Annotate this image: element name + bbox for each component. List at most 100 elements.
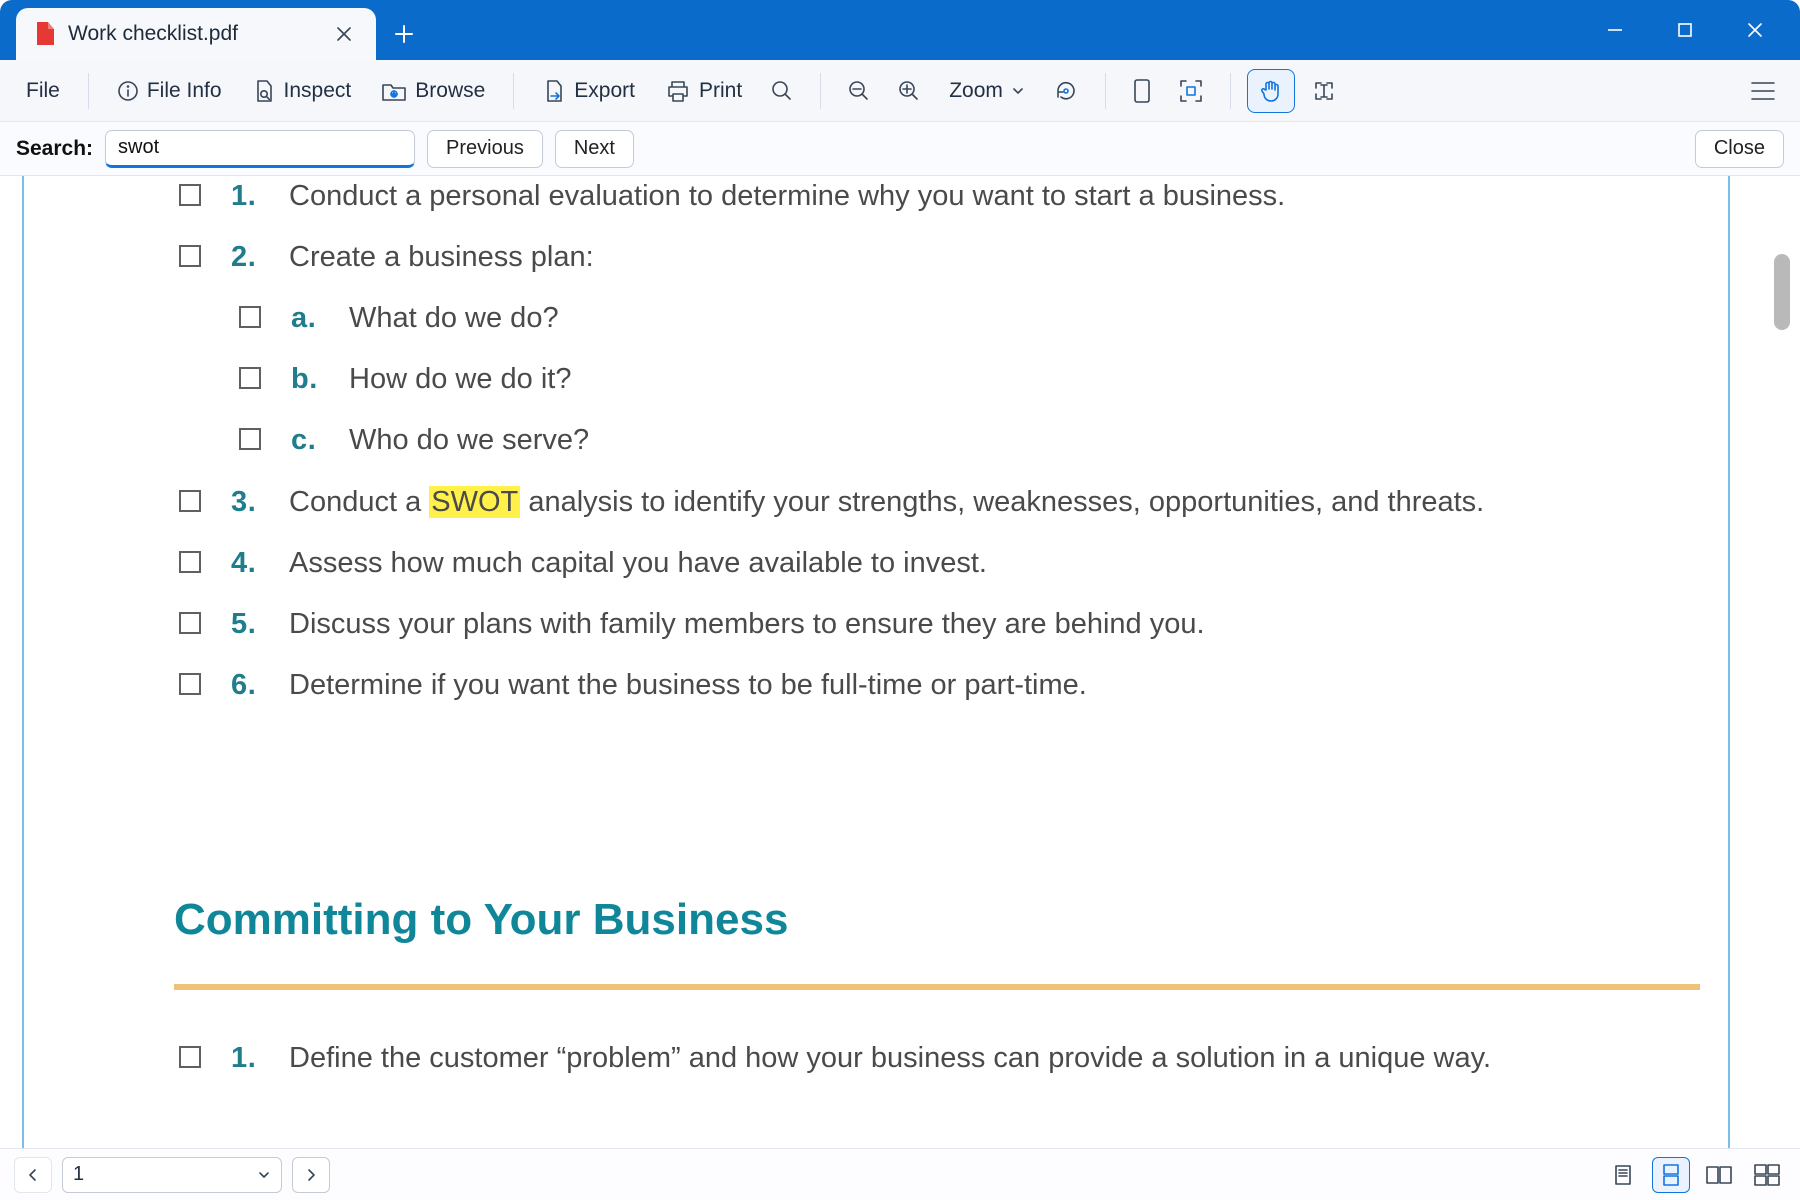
find-previous-button[interactable]: Previous (427, 130, 543, 168)
item-text: Conduct a personal evaluation to determi… (289, 178, 1700, 215)
hamburger-menu-button[interactable] (1740, 72, 1786, 110)
checklist-subitem: a. What do we do? (239, 300, 1700, 337)
export-label: Export (574, 79, 635, 103)
checklist-subitem: c. Who do we serve? (239, 422, 1700, 459)
print-label: Print (699, 79, 742, 103)
tab-title: Work checklist.pdf (68, 22, 238, 46)
pdf-file-icon (34, 21, 56, 47)
checklist-item: 1. Conduct a personal evaluation to dete… (179, 178, 1700, 215)
vertical-scrollbar-thumb[interactable] (1774, 254, 1790, 330)
window-minimize-button[interactable] (1580, 7, 1650, 53)
find-close-label: Close (1714, 137, 1765, 160)
view-single-page-button[interactable] (1604, 1157, 1642, 1193)
main-toolbar: File File Info Inspect Browse Export Pri… (0, 60, 1800, 122)
checkbox[interactable] (179, 673, 201, 695)
view-two-page-continuous-button[interactable] (1748, 1157, 1786, 1193)
view-continuous-button[interactable] (1652, 1157, 1690, 1193)
toolbar-separator (820, 73, 821, 109)
checklist-item: 4. Assess how much capital you have avai… (179, 545, 1700, 582)
item-number: 3. (231, 484, 267, 521)
item-text: Create a business plan: (289, 239, 1700, 276)
window-close-button[interactable] (1720, 7, 1790, 53)
window-maximize-button[interactable] (1650, 7, 1720, 53)
browse-icon (381, 80, 407, 102)
item-text-pre: Conduct a (289, 486, 429, 518)
item-number: 1. (231, 178, 267, 215)
item-text: Define the customer “problem” and how yo… (289, 1040, 1700, 1077)
single-page-button[interactable] (1122, 70, 1162, 112)
zoom-dropdown[interactable]: Zoom (937, 71, 1037, 111)
zoom-in-button[interactable] (887, 71, 931, 111)
find-next-button[interactable]: Next (555, 130, 634, 168)
rotate-button[interactable] (1043, 71, 1089, 111)
item-text: Discuss your plans with family members t… (289, 606, 1700, 643)
subitem-letter: c. (291, 422, 327, 459)
prev-page-button[interactable] (14, 1157, 52, 1193)
checkbox[interactable] (239, 306, 261, 328)
toolbar-separator (1105, 73, 1106, 109)
view-two-page-button[interactable] (1700, 1157, 1738, 1193)
section-heading: Committing to Your Business (174, 892, 1700, 948)
checklist-item: 6. Determine if you want the business to… (179, 667, 1700, 704)
file-menu[interactable]: File (14, 71, 72, 111)
inspect-button[interactable]: Inspect (240, 71, 364, 111)
checklist-item: 2. Create a business plan: (179, 239, 1700, 276)
checkbox[interactable] (239, 428, 261, 450)
search-input[interactable] (105, 130, 415, 168)
find-bar: Search: Previous Next Close (0, 122, 1800, 176)
hand-icon (1258, 78, 1284, 104)
checklist-item: 1. Define the customer “problem” and how… (179, 1040, 1700, 1077)
zoom-out-button[interactable] (837, 71, 881, 111)
find-previous-label: Previous (446, 137, 524, 160)
inspect-label: Inspect (284, 79, 352, 103)
file-info-label: File Info (147, 79, 222, 103)
item-number: 6. (231, 667, 267, 704)
search-icon (770, 79, 794, 103)
chevron-down-icon (1011, 84, 1025, 98)
checkbox[interactable] (179, 1046, 201, 1068)
subitem-letter: b. (291, 361, 327, 398)
print-icon (665, 79, 691, 103)
print-button[interactable]: Print (653, 71, 754, 111)
checkbox[interactable] (179, 245, 201, 267)
checkbox[interactable] (179, 551, 201, 573)
titlebar: Work checklist.pdf (0, 0, 1800, 60)
subitem-text: What do we do? (349, 300, 1700, 337)
checkbox[interactable] (179, 490, 201, 512)
checkbox[interactable] (179, 612, 201, 634)
checklist-item: 3. Conduct a SWOT analysis to identify y… (179, 484, 1700, 521)
toolbar-separator (88, 73, 89, 109)
close-tab-button[interactable] (330, 22, 358, 46)
search-button[interactable] (760, 71, 804, 111)
document-tab[interactable]: Work checklist.pdf (16, 8, 376, 60)
inspect-icon (252, 79, 276, 103)
snapshot-button[interactable] (1168, 70, 1214, 112)
page-number-field[interactable]: 1 (62, 1157, 282, 1193)
toolbar-separator (1230, 73, 1231, 109)
subitem-text: Who do we serve? (349, 422, 1700, 459)
export-button[interactable]: Export (530, 71, 647, 111)
new-tab-button[interactable] (382, 12, 426, 56)
info-icon (117, 80, 139, 102)
zoom-label: Zoom (949, 79, 1003, 103)
file-info-button[interactable]: File Info (105, 71, 234, 111)
section-divider (174, 984, 1700, 990)
browse-label: Browse (415, 79, 485, 103)
find-close-button[interactable]: Close (1695, 130, 1784, 168)
item-text: Determine if you want the business to be… (289, 667, 1700, 704)
item-number: 1. (231, 1040, 267, 1077)
next-page-button[interactable] (292, 1157, 330, 1193)
rotate-icon (1053, 79, 1079, 103)
page-number-value: 1 (73, 1163, 247, 1186)
search-label: Search: (16, 137, 93, 161)
document-viewport[interactable]: 1. Conduct a personal evaluation to dete… (0, 176, 1800, 1148)
pdf-page: 1. Conduct a personal evaluation to dete… (22, 176, 1730, 1148)
checkbox[interactable] (179, 184, 201, 206)
subitem-text: How do we do it? (349, 361, 1700, 398)
hand-tool-button[interactable] (1247, 69, 1295, 113)
checkbox[interactable] (239, 367, 261, 389)
hamburger-icon (1750, 80, 1776, 102)
text-select-tool-button[interactable] (1301, 70, 1347, 112)
browse-button[interactable]: Browse (369, 71, 497, 111)
status-bar: 1 (0, 1148, 1800, 1200)
